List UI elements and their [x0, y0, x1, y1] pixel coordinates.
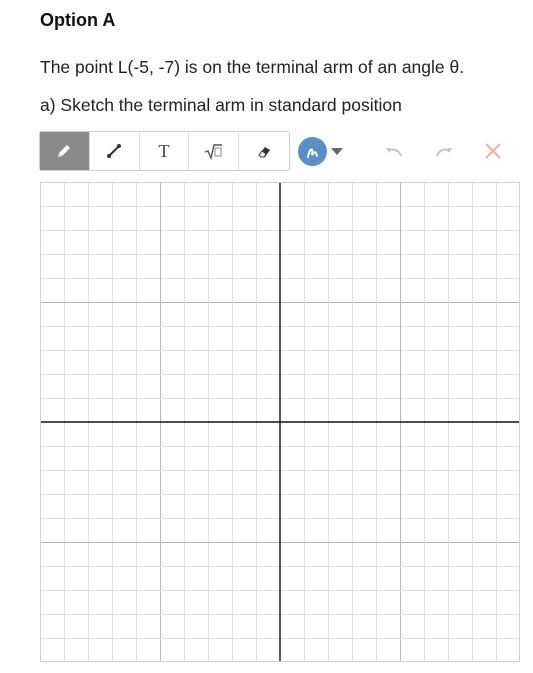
redo-button[interactable]: [433, 142, 455, 165]
line-tool-button[interactable]: [90, 132, 140, 170]
pencil-tool-button[interactable]: [40, 132, 90, 170]
line-icon: [107, 144, 122, 158]
eraser-tool-button[interactable]: [239, 132, 289, 170]
pen-stroke-icon: [306, 147, 318, 158]
eraser-icon: [258, 147, 271, 158]
undo-button[interactable]: [383, 142, 405, 165]
pencil-icon: [58, 145, 71, 157]
color-swatch: [298, 137, 327, 166]
color-picker-button[interactable]: [298, 137, 343, 166]
text-tool-button[interactable]: T: [140, 132, 190, 170]
question-part-a: a) Sketch the terminal arm in standard p…: [40, 95, 402, 115]
math-tool-button[interactable]: [189, 132, 240, 170]
redo-icon: [435, 148, 452, 157]
section-title: Option A: [40, 10, 116, 30]
text-icon: T: [158, 140, 170, 161]
clear-button[interactable]: [484, 142, 502, 165]
math-icon: [204, 144, 222, 161]
question-prompt: The point L(-5, -7) is on the terminal a…: [40, 57, 465, 77]
grid: [40, 182, 521, 663]
drawing-canvas[interactable]: [40, 182, 521, 663]
chevron-down-icon: [331, 148, 343, 155]
undo-icon: [386, 148, 403, 157]
drawing-toolbar: T: [39, 131, 290, 171]
close-icon: [485, 143, 501, 159]
